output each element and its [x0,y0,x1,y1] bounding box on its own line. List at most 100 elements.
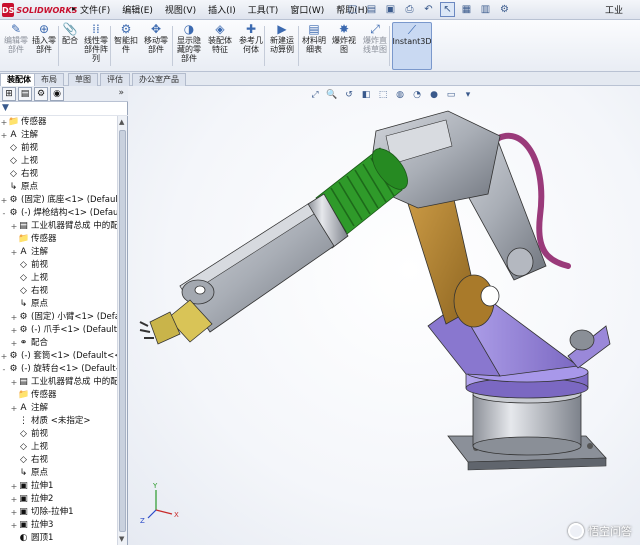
collapse-icon[interactable]: - [0,363,8,376]
command-show-hidden-button[interactable]: ◑ 显示隐 藏的零 部件 [174,22,204,70]
expand-icon[interactable]: + [0,116,8,129]
tree-item[interactable]: + A 注解 [0,129,38,142]
tree-item[interactable]: ↳ 原点 [0,181,38,194]
menu-item-3[interactable]: 插入(I) [208,3,236,16]
save-icon[interactable]: ▣ [383,2,398,17]
expand-icon[interactable]: + [10,402,18,415]
tree-item[interactable]: ↳ 原点 [10,298,48,311]
rebuild-icon[interactable]: ▦ [459,2,474,17]
new-document-icon[interactable]: □ [345,2,360,17]
logo-arrow-icon[interactable]: ▸ [72,4,76,13]
configuration-manager-icon[interactable]: ⚙ [34,87,48,101]
menu-item-0[interactable]: 文件(F) [80,3,110,16]
tree-item[interactable]: ↳ 原点 [10,467,48,480]
property-manager-icon[interactable]: ▤ [18,87,32,101]
tree-item[interactable]: - ⚙ (-) 旋转台<1> (Default- [0,363,118,376]
tree-item[interactable]: + ▣ 拉伸3 [10,519,54,532]
select-icon[interactable]: ↖ [440,2,455,17]
expand-icon[interactable]: + [10,480,18,493]
tree-item[interactable]: + ▣ 拉伸2 [10,493,54,506]
expand-icon[interactable]: + [10,246,18,259]
command-instant3d-button[interactable]: ⟋ Instant3D [392,22,432,70]
scroll-up-icon[interactable]: ▲ [119,118,124,126]
tree-item[interactable]: ◇ 前视 [10,428,48,441]
tab-3[interactable]: 评估 [100,73,130,86]
command-assembly-features-button[interactable]: ◈ 装配体 特征 [205,22,235,70]
file-properties-icon[interactable]: ▥ [478,2,493,17]
tree-item[interactable]: + ⚙ (固定) 底座<1> (Default [0,194,118,207]
command-reference-geometry-button[interactable]: ✚ 参考几 何体 [236,22,266,70]
command-exploded-view-button[interactable]: ✸ 爆炸视 图 [330,22,358,70]
tab-1[interactable]: 布局 [34,73,64,86]
menu-item-2[interactable]: 视图(V) [165,3,196,16]
expand-icon[interactable]: + [0,350,8,363]
tree-item[interactable]: + A 注解 [10,402,48,415]
tree-item[interactable]: + ⚙ (-) 爪手<1> (Default [10,324,118,337]
tree-item[interactable]: ◇ 上视 [10,272,48,285]
tree-item[interactable]: + ⚭ 配合 [10,337,48,350]
expand-icon[interactable]: + [10,519,18,532]
tree-item[interactable]: 📁 传感器 [10,233,57,246]
expand-icon[interactable]: + [10,493,18,506]
tree-item[interactable]: + ▤ 工业机器臂总成 中的配 [10,220,118,233]
tree-item[interactable]: ◇ 右视 [10,285,48,298]
filter-icon[interactable]: ▼ [2,103,9,113]
tab-0[interactable]: 装配体 [0,73,38,86]
tree-item[interactable]: 📁 传感器 [10,389,57,402]
expand-icon[interactable]: + [0,129,8,142]
tree-item[interactable]: ◇ 前视 [10,259,48,272]
tree-item[interactable]: ◐ 圆顶1 [10,532,54,545]
tree-item[interactable]: + ⚙ (固定) 小臂<1> (Defa [10,311,118,324]
scroll-down-icon[interactable]: ▼ [119,535,124,543]
command-new-motion-study-button[interactable]: ▶ 新建运 动算例 [266,22,298,70]
command-smart-fasteners-button[interactable]: ⚙ 智能扣 件 [112,22,140,70]
expand-icon[interactable]: + [10,220,18,233]
tree-item[interactable]: + ▤ 工业机器臂总成 中的配 [10,376,118,389]
tree-item[interactable]: - ⚙ (-) 焊枪结构<1> (Defau [0,207,118,220]
expand-icon[interactable]: + [10,337,18,350]
tree-item[interactable]: ◇ 前视 [0,142,38,155]
tab-2[interactable]: 草图 [68,73,98,86]
ds-logo-icon: DS [2,3,15,17]
tree-item[interactable]: ⋮ 材质 <未指定> [10,415,90,428]
print-icon[interactable]: ⎙ [402,2,417,17]
command-insert-component-button[interactable]: ⊕ 插入零 部件 [30,22,58,70]
tab-4[interactable]: 办公室产品 [132,73,186,86]
robot-arm-model[interactable]: Y X Z [128,86,640,545]
tree-item[interactable]: + 📁 传感器 [0,116,47,129]
display-manager-icon[interactable]: ◉ [50,87,64,101]
expand-icon[interactable]: + [10,506,18,519]
tree-item[interactable]: ◇ 上视 [10,441,48,454]
graphics-area[interactable]: ⤢ 🔍 ↺ ◧ ⬚ ◍ ◔ ● ▭ ▾ Y X Z 悟空问答 [128,86,640,545]
open-icon[interactable]: ▤ [364,2,379,17]
command-explode-line-sketch-button[interactable]: ⤢ 爆炸直 线草图 [360,22,390,70]
expand-icon[interactable]: + [0,194,8,207]
command-linear-pattern-button[interactable]: ⁞⁞ 线性零 部件阵 列 [82,22,110,70]
expand-icon[interactable]: + [10,311,18,324]
manager-tabs: » ⊞ ▤ ⚙ ◉ [0,86,128,102]
feature-tree-icon[interactable]: ⊞ [2,87,16,101]
options-icon[interactable]: ⚙ [497,2,512,17]
expand-icon[interactable]: + [10,324,18,337]
scroll-thumb[interactable] [119,130,126,532]
tree-item[interactable]: + A 注解 [10,246,48,259]
tree-item[interactable]: ◇ 上视 [0,155,38,168]
undo-icon[interactable]: ↶ [421,2,436,17]
menu-item-1[interactable]: 编辑(E) [122,3,153,16]
command-move-component-button[interactable]: ✥ 移动零 部件 [142,22,170,70]
menu-item-4[interactable]: 工具(T) [248,3,279,16]
solidworks-logo[interactable]: DS SOLIDWORKS [2,2,77,18]
command-bom-button[interactable]: ▤ 材料明 细表 [300,22,328,70]
command-edit-component-button[interactable]: ✎ 编辑零 部件 [2,22,30,70]
menu-item-5[interactable]: 窗口(W) [290,3,324,16]
expand-icon[interactable]: + [10,376,18,389]
tree-item[interactable]: + ⚙ (-) 套筒<1> (Default<< [0,350,118,363]
tree-item[interactable]: + ▣ 切除-拉伸1 [10,506,74,519]
tree-item[interactable]: ◇ 右视 [0,168,38,181]
tree-item[interactable]: + ▣ 拉伸1 [10,480,54,493]
tree-item[interactable]: ◇ 右视 [10,454,48,467]
tree-scrollbar[interactable]: ▲ ▼ [117,116,127,545]
collapse-panel-icon[interactable]: » [118,88,124,98]
collapse-icon[interactable]: - [0,207,8,220]
command-mate-button[interactable]: 📎 配合 [60,22,80,70]
